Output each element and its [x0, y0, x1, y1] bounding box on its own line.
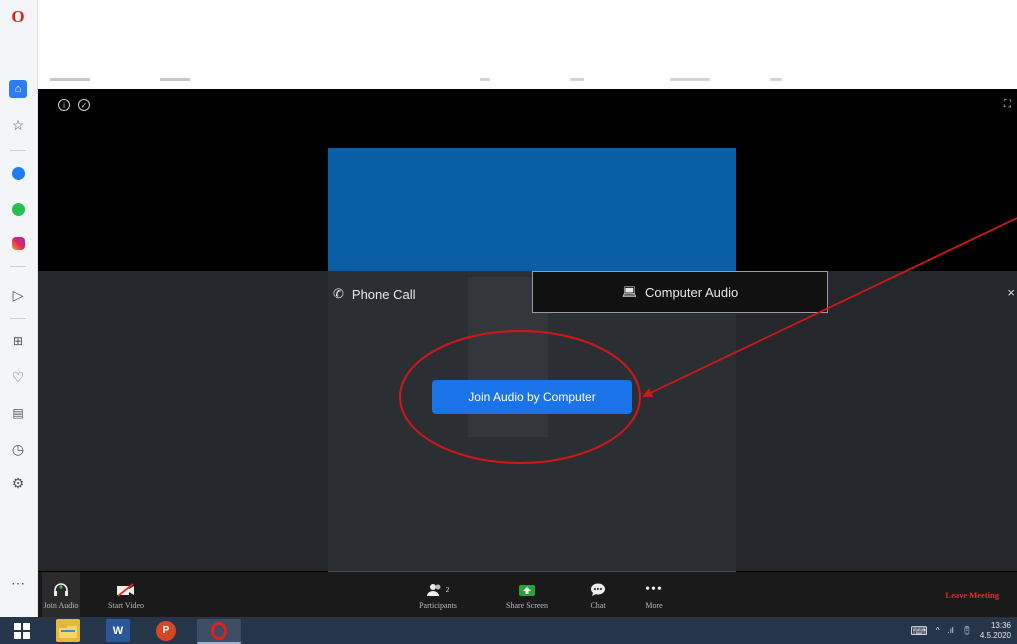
- participants-icon: 2: [426, 579, 450, 601]
- keyboard-icon[interactable]: ⌨: [910, 624, 927, 638]
- start-video-button[interactable]: Start Video: [94, 572, 158, 617]
- battery-icon[interactable]: 🔋︎: [962, 626, 972, 635]
- clock-date: 4.5.2020: [979, 630, 1011, 640]
- leave-meeting-button[interactable]: Leave Meeting: [945, 590, 999, 600]
- system-tray: ⌨ ^ .ıl 🔋︎ 13:36 4.5.2020: [910, 617, 1011, 644]
- participants-label: Participants: [419, 601, 457, 610]
- speed-dial-icon[interactable]: ⊞: [9, 332, 27, 350]
- more-icon[interactable]: ⋯: [9, 574, 27, 592]
- tab-computer-audio[interactable]: 💻︎ Computer Audio: [532, 271, 828, 313]
- join-audio-label: Join Audio: [43, 601, 79, 610]
- info-icon[interactable]: i: [58, 99, 70, 111]
- history-icon[interactable]: ◷: [9, 440, 27, 458]
- opera-logo-icon[interactable]: O: [9, 7, 27, 26]
- more-label: More: [645, 601, 663, 610]
- fullscreen-icon[interactable]: ⛶: [1004, 99, 1011, 110]
- heart-icon[interactable]: ♡: [9, 368, 27, 386]
- more-button[interactable]: ••• More: [634, 572, 674, 617]
- video-off-icon: [116, 579, 136, 601]
- whatsapp-icon[interactable]: [9, 200, 27, 218]
- star-icon[interactable]: ☆: [9, 116, 27, 134]
- word-icon[interactable]: W: [106, 619, 130, 642]
- join-audio-by-computer-button[interactable]: Join Audio by Computer: [432, 380, 632, 414]
- browser-sidebar: O ⌂ ☆ ▷ ⊞ ♡ ▤ ◷ ⚙ ⋯: [0, 0, 38, 644]
- tab-computer-audio-label: Computer Audio: [645, 284, 739, 300]
- windows-start-icon[interactable]: [10, 619, 34, 642]
- tray-chevron-icon[interactable]: ^: [936, 626, 940, 635]
- close-icon[interactable]: ×: [1007, 285, 1015, 300]
- messenger-icon[interactable]: [9, 164, 27, 182]
- clock[interactable]: 13:36 4.5.2020: [980, 621, 1011, 641]
- page-header-fragment: [50, 78, 782, 81]
- zoom-meeting-window: i ✓ ⛶ ✆ Phone Call 💻︎ Computer Audio × J…: [38, 89, 1017, 617]
- share-screen-icon: [518, 579, 536, 601]
- send-icon[interactable]: ▷: [9, 286, 27, 304]
- instagram-icon[interactable]: [9, 234, 27, 252]
- more-dots-icon: •••: [645, 582, 663, 597]
- participants-button[interactable]: 2 Participants: [408, 572, 468, 617]
- share-screen-label: Share Screen: [506, 601, 548, 610]
- windows-taskbar: W P ⌨ ^ .ıl 🔋︎ 13:36 4.5.2020: [0, 617, 1017, 644]
- network-icon[interactable]: .ıl: [947, 626, 953, 635]
- chat-label: Chat: [590, 601, 606, 610]
- shield-icon[interactable]: ✓: [78, 99, 90, 111]
- file-explorer-icon[interactable]: [56, 619, 80, 642]
- sidebar-divider: [10, 150, 26, 151]
- phone-icon: ✆: [333, 286, 344, 301]
- tab-phone-call-label: Phone Call: [351, 286, 416, 302]
- powerpoint-icon[interactable]: P: [154, 619, 178, 642]
- opera-taskbar-icon[interactable]: [197, 619, 241, 644]
- clock-time: 13:36: [990, 620, 1011, 630]
- sidebar-divider: [10, 266, 26, 267]
- settings-icon[interactable]: ⚙: [9, 474, 27, 492]
- meeting-toolbar: Join Audio Start Video 2 Participants Sh…: [38, 572, 1017, 617]
- chat-button[interactable]: Chat: [578, 572, 618, 617]
- headphones-icon: [53, 579, 69, 601]
- sidebar-divider: [10, 318, 26, 319]
- participants-count: 2: [445, 586, 450, 594]
- start-video-label: Start Video: [107, 601, 145, 610]
- home-icon[interactable]: ⌂: [9, 80, 27, 98]
- tab-phone-call[interactable]: ✆ Phone Call: [333, 283, 443, 305]
- laptop-icon: 💻︎: [621, 285, 637, 299]
- join-audio-button[interactable]: Join Audio: [42, 572, 80, 617]
- chat-icon: [590, 579, 606, 601]
- news-icon[interactable]: ▤: [9, 404, 27, 422]
- share-screen-button[interactable]: Share Screen: [494, 572, 560, 617]
